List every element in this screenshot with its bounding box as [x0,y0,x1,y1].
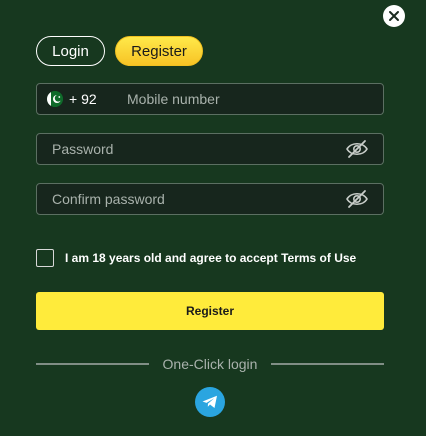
terms-agreement: I am 18 years old and agree to accept Te… [36,249,356,267]
divider-line [36,363,149,365]
pakistan-flag-icon [47,91,63,107]
auth-tabs: Login Register [36,36,203,66]
divider-line [271,363,384,365]
one-click-label: One-Click login [162,356,258,372]
tab-login[interactable]: Login [36,36,105,66]
close-icon [389,11,399,21]
terms-checkbox[interactable] [36,249,54,267]
country-code[interactable]: + 92 [69,91,127,107]
eye-off-icon[interactable] [345,189,369,209]
password-field [36,133,384,165]
tab-register[interactable]: Register [115,36,203,66]
terms-label: I am 18 years old and agree to accept Te… [65,251,357,265]
register-button[interactable]: Register [36,292,384,330]
confirm-password-field [36,183,384,215]
eye-off-icon[interactable] [345,139,369,159]
one-click-divider: One-Click login [36,354,384,374]
telegram-icon [202,395,217,408]
mobile-number-input[interactable] [127,91,383,107]
close-button[interactable] [383,5,405,27]
confirm-password-input[interactable] [37,191,345,207]
phone-field: + 92 [36,83,384,115]
password-input[interactable] [37,141,345,157]
telegram-login-button[interactable] [195,387,225,417]
